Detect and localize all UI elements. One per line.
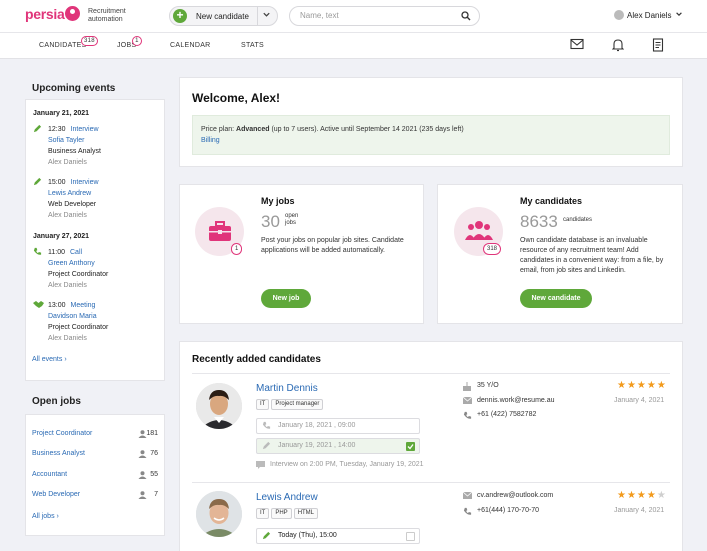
logo-mark <box>65 6 81 21</box>
search-input[interactable] <box>300 11 450 20</box>
chevron-right-icon: › <box>64 356 67 363</box>
candidate-name[interactable]: Lewis Andrew <box>256 492 318 503</box>
logo-subtitle: Recruitment automation <box>88 8 126 23</box>
new-job-button[interactable]: New job <box>261 289 311 308</box>
avatar[interactable] <box>196 383 242 429</box>
main-nav: CANDIDATES 318 JOBS 1 CALENDAR STATS <box>0 33 707 59</box>
event-candidate[interactable]: Green Anthony <box>48 258 108 269</box>
plan-name: Advanced <box>236 126 270 133</box>
pencil-icon <box>33 177 42 190</box>
user-name: Alex Daniels <box>627 11 672 20</box>
chevron-down-icon[interactable] <box>262 10 271 21</box>
tag[interactable]: IT <box>256 399 270 410</box>
job-row[interactable]: Project Coordinator 181 <box>32 430 158 438</box>
tab-jobs[interactable]: JOBS 1 <box>117 36 142 49</box>
my-jobs-title: My jobs <box>261 196 295 206</box>
chevron-down-icon <box>675 11 683 20</box>
event-candidate[interactable]: Davidson Maria <box>48 311 108 322</box>
candidates-badge: 318 <box>483 243 502 255</box>
event-date: January 27, 2021 <box>33 233 90 240</box>
event-field[interactable]: Today (Thu), 15:00 <box>256 528 420 544</box>
user-menu[interactable]: Alex Daniels <box>614 10 683 20</box>
welcome-title: Welcome, Alex! <box>192 91 281 105</box>
comment-icon <box>256 461 265 471</box>
event-field[interactable]: January 18, 2021 , 09:00 <box>256 418 420 434</box>
price-plan-box: Price plan: Advanced (up to 7 users). Ac… <box>192 115 670 155</box>
avatar <box>614 10 624 20</box>
candidates-count: 8633 <box>520 212 558 231</box>
tag[interactable]: IT <box>256 508 270 519</box>
bell-icon[interactable] <box>611 38 625 54</box>
event-item[interactable]: 11:00 Call Green Anthony Project Coordina… <box>33 247 108 291</box>
event-date: January 21, 2021 <box>33 110 90 117</box>
candidate-date: January 4, 2021 <box>614 507 665 514</box>
candidate-name[interactable]: Martin Dennis <box>256 383 318 394</box>
pencil-icon <box>262 531 271 546</box>
briefcase-icon <box>209 221 231 241</box>
new-candidate-card-button[interactable]: New candidate <box>520 289 592 308</box>
mail-icon[interactable] <box>570 38 584 52</box>
mail-icon <box>462 396 473 406</box>
tag[interactable]: Project manager <box>271 399 324 410</box>
checkbox[interactable] <box>406 532 415 541</box>
mail-icon <box>462 491 473 501</box>
job-row[interactable]: Web Developer 7 <box>32 491 158 501</box>
candidate-tags: IT PHP HTML <box>256 507 320 519</box>
event-field-done[interactable]: January 19, 2021 , 14:00 <box>256 438 420 454</box>
all-events-link[interactable]: All events › <box>32 356 67 363</box>
top-bar: persia Recruitment automation + New cand… <box>0 0 707 33</box>
billing-link[interactable]: Billing <box>201 137 220 144</box>
search-icon[interactable] <box>461 11 471 23</box>
candidates-badge: 318 <box>81 36 98 46</box>
search-box <box>289 6 480 26</box>
tag[interactable]: HTML <box>293 508 319 519</box>
candidate-tags: IT Project manager <box>256 398 325 410</box>
logo[interactable]: persia <box>25 6 81 22</box>
event-candidate[interactable]: Lewis Andrew <box>48 188 99 199</box>
pencil-icon <box>33 124 42 137</box>
my-candidates-title: My candidates <box>520 196 583 206</box>
my-jobs-description: Post your jobs on popular job sites. Can… <box>261 237 404 254</box>
rating-stars[interactable]: ★★★★★ <box>617 490 667 501</box>
event-item[interactable]: 12:30 Interview Sofia Tayler Business Ana… <box>33 124 101 168</box>
all-jobs-link[interactable]: All jobs › <box>32 513 59 520</box>
phone-icon <box>33 247 42 260</box>
phone-icon <box>262 421 271 436</box>
tab-stats[interactable]: STATS <box>241 42 264 49</box>
my-candidates-description: Own candidate database is an invaluable … <box>520 237 664 274</box>
event-candidate[interactable]: Sofia Tayler <box>48 135 101 146</box>
people-icon <box>465 221 493 240</box>
event-item[interactable]: 13:00 Meeting Davidson Maria Project Coor… <box>33 300 108 344</box>
new-candidate-button[interactable]: + New candidate <box>169 6 278 26</box>
plus-icon: + <box>173 9 187 23</box>
avatar[interactable] <box>196 491 242 537</box>
jobs-count-label: open jobs <box>285 213 299 226</box>
person-icon <box>138 450 147 460</box>
event-item[interactable]: 15:00 Interview Lewis Andrew Web Develope… <box>33 177 99 221</box>
cake-icon <box>463 382 471 393</box>
pencil-icon <box>262 441 271 456</box>
person-icon <box>138 471 147 481</box>
handshake-icon <box>33 300 44 313</box>
tab-calendar[interactable]: CALENDAR <box>170 42 211 49</box>
report-icon[interactable] <box>652 38 664 54</box>
open-jobs-title: Open jobs <box>32 396 81 407</box>
job-row[interactable]: Accountant 55 <box>32 471 158 481</box>
jobs-count: 30 <box>261 212 280 231</box>
tag[interactable]: PHP <box>271 508 292 519</box>
candidates-count-label: candidates <box>563 217 593 223</box>
new-candidate-label: New candidate <box>196 12 249 21</box>
chevron-right-icon: › <box>56 513 59 520</box>
tab-candidates[interactable]: CANDIDATES 318 <box>39 36 98 49</box>
candidate-date: January 4, 2021 <box>614 397 665 404</box>
person-icon <box>138 491 147 501</box>
upcoming-events-title: Upcoming events <box>32 83 116 94</box>
phone-icon <box>463 507 472 518</box>
rating-stars[interactable]: ★★★★★ <box>617 380 667 391</box>
phone-icon <box>463 411 472 422</box>
recent-title: Recently added candidates <box>192 354 321 365</box>
job-row[interactable]: Business Analyst 76 <box>32 450 158 460</box>
jobs-badge: 1 <box>132 36 142 46</box>
checkbox-checked[interactable] <box>406 442 415 451</box>
